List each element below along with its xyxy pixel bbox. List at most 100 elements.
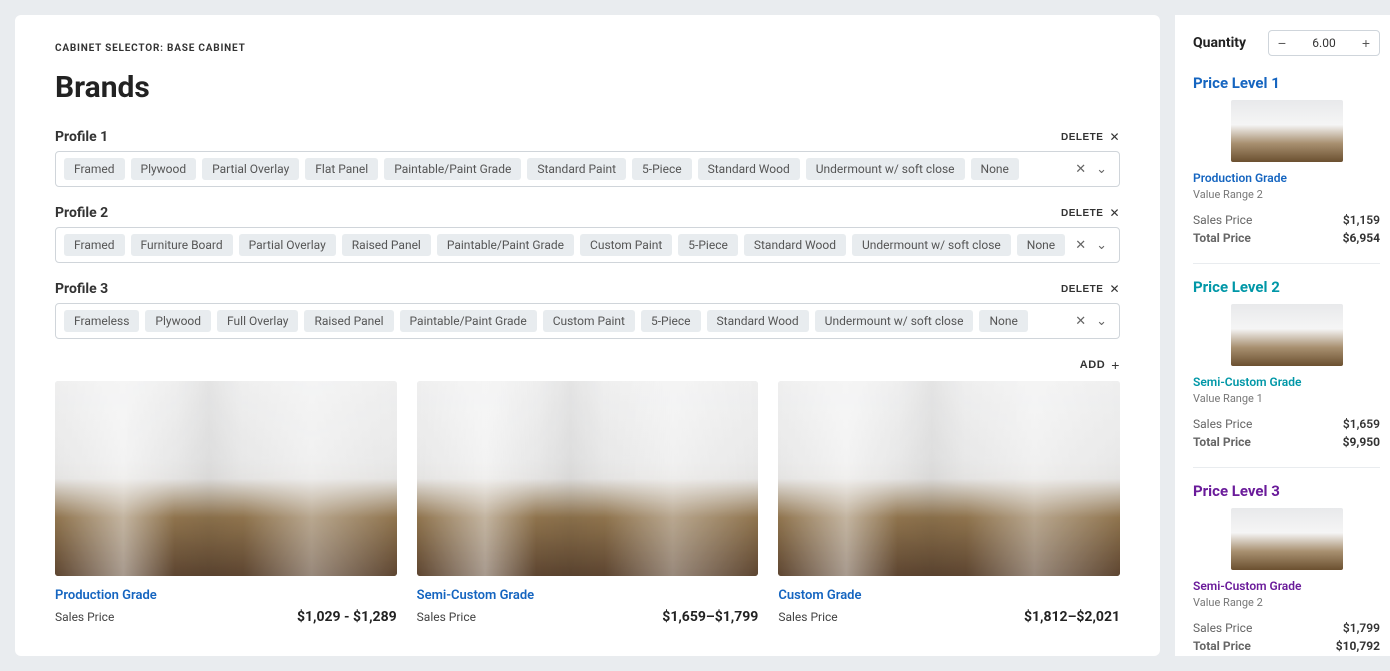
total-price-label: Total Price [1193, 639, 1251, 653]
chip[interactable]: Partial Overlay [239, 234, 336, 256]
grade-price-label: Sales Price [55, 610, 114, 624]
plus-icon: + [1111, 357, 1120, 373]
chip[interactable]: Furniture Board [131, 234, 233, 256]
chevron-down-icon[interactable]: ⌄ [1096, 162, 1107, 177]
chevron-down-icon[interactable]: ⌄ [1096, 314, 1107, 329]
price-level-1: Price Level 1 Production Grade Value Ran… [1193, 74, 1380, 264]
price-level-title: Price Level 2 [1193, 278, 1380, 296]
grade-image [778, 381, 1120, 576]
delete-profile-1-button[interactable]: DELETE ✕ [1061, 130, 1120, 144]
grade-price-value: $1,029 - $1,289 [297, 609, 397, 625]
chip[interactable]: Partial Overlay [202, 158, 299, 180]
sales-price-value: $1,659 [1343, 417, 1380, 431]
grade-card-semicustom[interactable]: Semi-Custom Grade Sales Price $1,659–$1,… [417, 381, 759, 625]
profile-block: Profile 3 DELETE ✕ Frameless Plywood Ful… [55, 281, 1120, 339]
price-level-2: Price Level 2 Semi-Custom Grade Value Ra… [1193, 278, 1380, 468]
grade-grid: Production Grade Sales Price $1,029 - $1… [55, 381, 1120, 625]
add-label: ADD [1080, 359, 1105, 371]
total-price-value: $10,792 [1336, 639, 1380, 653]
profile-block: Profile 2 DELETE ✕ Framed Furniture Boar… [55, 205, 1120, 263]
close-icon: ✕ [1109, 206, 1120, 220]
chip[interactable]: Frameless [64, 310, 139, 332]
chip[interactable]: Custom Paint [543, 310, 635, 332]
chip[interactable]: Framed [64, 158, 125, 180]
side-panel: Quantity − 6.00 + Price Level 1 Producti… [1175, 15, 1390, 656]
sales-price-label: Sales Price [1193, 621, 1252, 635]
grade-card-production[interactable]: Production Grade Sales Price $1,029 - $1… [55, 381, 397, 625]
chip[interactable]: None [971, 158, 1019, 180]
delete-label: DELETE [1061, 284, 1103, 295]
price-level-grade-link[interactable]: Production Grade [1193, 171, 1287, 185]
grade-price-label: Sales Price [417, 610, 476, 624]
chip[interactable]: Plywood [131, 158, 197, 180]
grade-name: Custom Grade [778, 588, 1120, 603]
chip[interactable]: Standard Wood [698, 158, 800, 180]
grade-image [55, 381, 397, 576]
profile-block: Profile 1 DELETE ✕ Framed Plywood Partia… [55, 129, 1120, 187]
delete-profile-3-button[interactable]: DELETE ✕ [1061, 282, 1120, 296]
price-level-grade-link[interactable]: Semi-Custom Grade [1193, 375, 1301, 389]
delete-profile-2-button[interactable]: DELETE ✕ [1061, 206, 1120, 220]
chip[interactable]: Standard Paint [527, 158, 626, 180]
sales-price-value: $1,159 [1343, 213, 1380, 227]
quantity-stepper[interactable]: − 6.00 + [1268, 30, 1380, 56]
profile-3-chip-row[interactable]: Frameless Plywood Full Overlay Raised Pa… [55, 303, 1120, 339]
chip[interactable]: Raised Panel [304, 310, 393, 332]
chevron-down-icon[interactable]: ⌄ [1096, 238, 1107, 253]
price-level-3: Price Level 3 Semi-Custom Grade Value Ra… [1193, 482, 1380, 656]
chip[interactable]: None [1017, 234, 1065, 256]
chip[interactable]: 5-Piece [678, 234, 738, 256]
price-level-title: Price Level 1 [1193, 74, 1380, 92]
chip[interactable]: None [979, 310, 1027, 332]
grade-name: Semi-Custom Grade [417, 588, 759, 603]
profile-2-title: Profile 2 [55, 205, 108, 221]
sales-price-value: $1,799 [1343, 621, 1380, 635]
grade-card-custom[interactable]: Custom Grade Sales Price $1,812–$2,021 [778, 381, 1120, 625]
quantity-value: 6.00 [1295, 36, 1353, 50]
quantity-label: Quantity [1193, 35, 1246, 51]
breadcrumb: CABINET SELECTOR: BASE CABINET [55, 43, 1120, 54]
price-level-image [1231, 304, 1343, 366]
clear-chips-icon[interactable]: ✕ [1075, 238, 1086, 253]
chip[interactable]: 5-Piece [641, 310, 701, 332]
add-profile-button[interactable]: ADD + [1080, 357, 1120, 373]
price-level-range: Value Range 2 [1193, 596, 1380, 609]
chip[interactable]: Standard Wood [707, 310, 809, 332]
chip[interactable]: Framed [64, 234, 125, 256]
price-level-grade-link[interactable]: Semi-Custom Grade [1193, 579, 1301, 593]
delete-label: DELETE [1061, 208, 1103, 219]
chip[interactable]: 5-Piece [632, 158, 692, 180]
sales-price-label: Sales Price [1193, 213, 1252, 227]
close-icon: ✕ [1109, 282, 1120, 296]
chip[interactable]: Flat Panel [305, 158, 378, 180]
chip[interactable]: Custom Paint [580, 234, 672, 256]
close-icon: ✕ [1109, 130, 1120, 144]
chip[interactable]: Paintable/Paint Grade [384, 158, 521, 180]
chip-list: Framed Furniture Board Partial Overlay R… [64, 234, 1069, 256]
sales-price-label: Sales Price [1193, 417, 1252, 431]
grade-price-value: $1,812–$2,021 [1024, 609, 1120, 625]
chip[interactable]: Paintable/Paint Grade [400, 310, 537, 332]
chip[interactable]: Full Overlay [217, 310, 298, 332]
total-price-label: Total Price [1193, 231, 1251, 245]
chip[interactable]: Standard Wood [744, 234, 846, 256]
chip[interactable]: Undermount w/ soft close [815, 310, 974, 332]
grade-image [417, 381, 759, 576]
grade-name: Production Grade [55, 588, 397, 603]
price-level-image [1231, 508, 1343, 570]
chip[interactable]: Raised Panel [342, 234, 431, 256]
price-level-title: Price Level 3 [1193, 482, 1380, 500]
chip[interactable]: Undermount w/ soft close [806, 158, 965, 180]
clear-chips-icon[interactable]: ✕ [1075, 314, 1086, 329]
profile-2-chip-row[interactable]: Framed Furniture Board Partial Overlay R… [55, 227, 1120, 263]
chip[interactable]: Paintable/Paint Grade [437, 234, 574, 256]
chip[interactable]: Plywood [145, 310, 211, 332]
chip[interactable]: Undermount w/ soft close [852, 234, 1011, 256]
qty-increment-button[interactable]: + [1353, 31, 1379, 55]
price-level-range: Value Range 2 [1193, 188, 1380, 201]
clear-chips-icon[interactable]: ✕ [1075, 162, 1086, 177]
total-price-value: $9,950 [1343, 435, 1380, 449]
qty-decrement-button[interactable]: − [1269, 31, 1295, 55]
chip-list: Frameless Plywood Full Overlay Raised Pa… [64, 310, 1069, 332]
profile-1-chip-row[interactable]: Framed Plywood Partial Overlay Flat Pane… [55, 151, 1120, 187]
